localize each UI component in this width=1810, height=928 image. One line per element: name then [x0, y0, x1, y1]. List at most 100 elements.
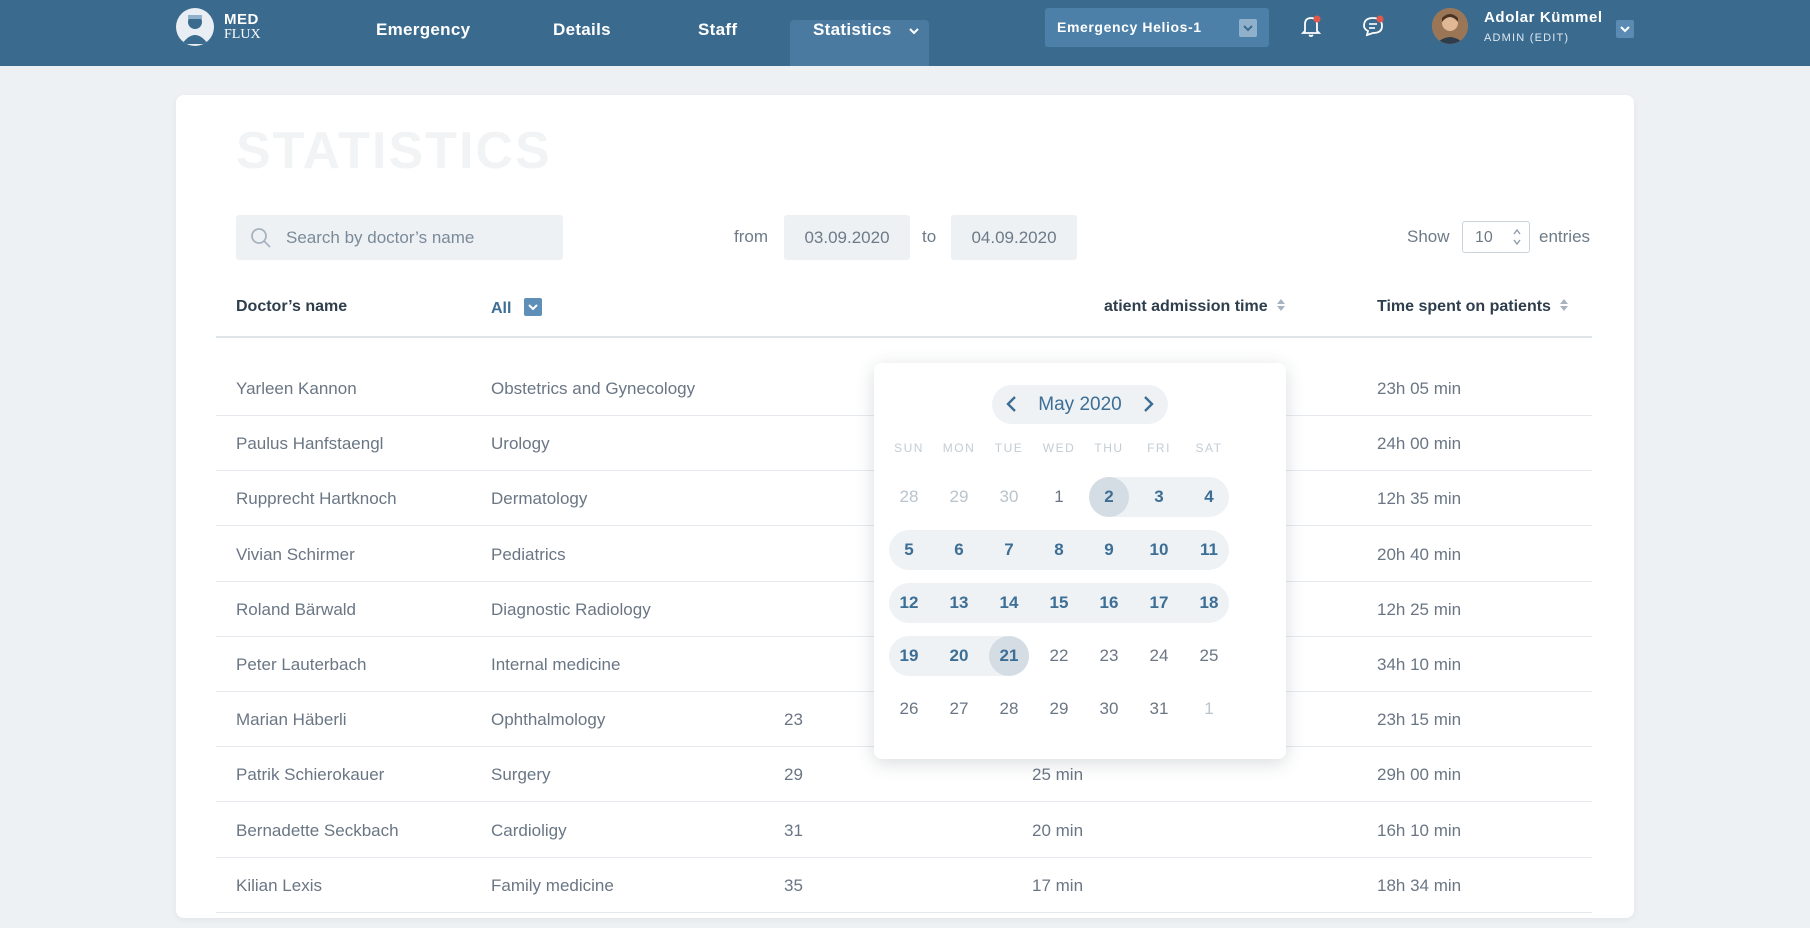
- nav-details[interactable]: Details: [553, 20, 611, 40]
- calendar-day[interactable]: 5: [889, 530, 929, 570]
- calendar-day[interactable]: 22: [1039, 636, 1079, 676]
- nav-staff[interactable]: Staff: [698, 20, 737, 40]
- table-row[interactable]: Bernadette Seckbach Cardioligy 31 20 min 16h…: [216, 803, 1592, 858]
- stepper-arrows-icon[interactable]: [1513, 227, 1521, 252]
- calendar-day-selected[interactable]: 21: [989, 636, 1029, 676]
- cell-doctor-name: Peter Lauterbach: [236, 655, 367, 674]
- chevron-down-icon: [1239, 19, 1257, 37]
- calendar-day[interactable]: 20: [939, 636, 979, 676]
- cell-time-spent: 29h 00 min: [1377, 765, 1462, 785]
- calendar-day[interactable]: 18: [1189, 583, 1229, 623]
- hospital-select[interactable]: Emergency Helios-1: [1045, 8, 1269, 47]
- nav-statistics[interactable]: Statistics: [813, 20, 892, 40]
- logo-line1: MED: [224, 11, 259, 28]
- cell-time-spent: 23h 05 min: [1377, 379, 1462, 398]
- show-label: Show: [1407, 227, 1450, 246]
- calendar-day[interactable]: 6: [939, 530, 979, 570]
- calendar-day[interactable]: 7: [989, 530, 1029, 570]
- calendar-day[interactable]: 17: [1139, 583, 1179, 623]
- calendar-day[interactable]: 28: [989, 689, 1029, 729]
- specialty-filter-value: All: [491, 300, 512, 317]
- table-row[interactable]: Kilian Lexis Family medicine 35 17 min 18h 3…: [216, 858, 1592, 913]
- logo-doctor-icon: [176, 8, 214, 46]
- cell-patients: 35: [784, 875, 803, 895]
- search-input[interactable]: [286, 215, 546, 260]
- col-doctor-name[interactable]: Doctor’s name: [236, 298, 347, 316]
- cell-specialty: Obstetrics and Gynecology: [491, 379, 696, 398]
- calendar-day[interactable]: 27: [939, 689, 979, 729]
- table-header-divider: [216, 336, 1592, 338]
- chat-icon[interactable]: [1360, 13, 1386, 39]
- cell-doctor-name: Kilian Lexis: [236, 875, 322, 895]
- calendar-day[interactable]: 29: [939, 477, 979, 517]
- weekday-label: SUN: [894, 441, 924, 455]
- bell-icon[interactable]: [1298, 13, 1324, 39]
- calendar-day[interactable]: 3: [1139, 477, 1179, 517]
- calendar-day[interactable]: 8: [1039, 530, 1079, 570]
- nav-emergency[interactable]: Emergency: [376, 20, 470, 40]
- col-admission-time-label: atient admission time: [1104, 298, 1268, 315]
- calendar-day[interactable]: 11: [1189, 530, 1229, 570]
- to-label: to: [922, 227, 937, 246]
- cell-time-spent: 34h 10 min: [1377, 655, 1462, 674]
- user-menu[interactable]: Adolar Kümmel ADMIN (EDIT): [1432, 8, 1603, 44]
- cell-specialty: Family medicine: [491, 875, 614, 895]
- calendar-day[interactable]: 9: [1089, 530, 1129, 570]
- calendar-day[interactable]: 24: [1139, 636, 1179, 676]
- calendar-day[interactable]: 1: [1189, 689, 1229, 729]
- calendar-day[interactable]: 10: [1139, 530, 1179, 570]
- calendar-day[interactable]: 26: [889, 689, 929, 729]
- cell-time-spent: 20h 40 min: [1377, 544, 1462, 564]
- cell-patients: 23: [784, 710, 803, 730]
- cell-specialty: Internal medicine: [491, 655, 621, 674]
- statistics-card: STATISTICS from 03.09.2020 to 04.09.2020…: [176, 95, 1634, 918]
- sort-icon[interactable]: [1276, 298, 1286, 312]
- logo[interactable]: MED FLUX: [176, 8, 261, 46]
- cell-specialty: Urology: [491, 434, 550, 454]
- cell-patients: 29: [784, 765, 803, 785]
- entries-stepper[interactable]: 10: [1462, 221, 1530, 253]
- cell-doctor-name: Patrik Schierokauer: [236, 765, 385, 785]
- sort-icon[interactable]: [1559, 298, 1569, 312]
- to-date-field[interactable]: 04.09.2020: [951, 215, 1077, 260]
- cell-admission-time: 17 min: [1032, 875, 1084, 895]
- col-admission-time[interactable]: atient admission time: [1104, 298, 1286, 316]
- calendar-day[interactable]: 30: [1089, 689, 1129, 729]
- calendar-day[interactable]: 19: [889, 636, 929, 676]
- calendar-day[interactable]: 14: [989, 583, 1029, 623]
- calendar-day[interactable]: 16: [1089, 583, 1129, 623]
- calendar-day[interactable]: 12: [889, 583, 929, 623]
- specialty-filter[interactable]: All: [491, 298, 542, 318]
- calendar-day[interactable]: 29: [1039, 689, 1079, 729]
- from-label: from: [734, 227, 768, 246]
- cell-specialty: Ophthalmology: [491, 710, 606, 730]
- calendar-day[interactable]: 28: [889, 477, 929, 517]
- cell-specialty: Dermatology: [491, 489, 588, 509]
- col-time-spent-label: Time spent on patients: [1377, 298, 1551, 315]
- search-box[interactable]: [236, 215, 563, 260]
- chevron-right-icon[interactable]: [1138, 394, 1158, 414]
- from-date-field[interactable]: 03.09.2020: [784, 215, 910, 260]
- entries-label: entries: [1539, 227, 1591, 246]
- cell-doctor-name: Rupprecht Hartknoch: [236, 489, 397, 509]
- logo-line2: FLUX: [224, 27, 261, 42]
- cell-specialty: Diagnostic Radiology: [491, 599, 651, 619]
- calendar-day[interactable]: 13: [939, 583, 979, 623]
- calendar-day[interactable]: 25: [1189, 636, 1229, 676]
- calendar-day[interactable]: 23: [1089, 636, 1129, 676]
- user-chevron-down-icon[interactable]: [1616, 20, 1634, 38]
- weekday-label: FRI: [1147, 441, 1171, 455]
- search-icon: [250, 227, 272, 254]
- calendar-day[interactable]: 15: [1039, 583, 1079, 623]
- cell-specialty: Pediatrics: [491, 544, 566, 564]
- calendar-day-selected[interactable]: 2: [1089, 477, 1129, 517]
- weekday-label: TUE: [994, 441, 1024, 455]
- nav-statistics-chevron-icon[interactable]: [908, 22, 920, 42]
- calendar-day[interactable]: 1: [1039, 477, 1079, 517]
- filter-chevron-down-icon[interactable]: [523, 298, 542, 316]
- col-time-spent[interactable]: Time spent on patients: [1377, 298, 1569, 316]
- calendar-day[interactable]: 30: [989, 477, 1029, 517]
- cell-doctor-name: Marian Häberli: [236, 710, 347, 730]
- calendar-day[interactable]: 4: [1189, 477, 1229, 517]
- calendar-day[interactable]: 31: [1139, 689, 1179, 729]
